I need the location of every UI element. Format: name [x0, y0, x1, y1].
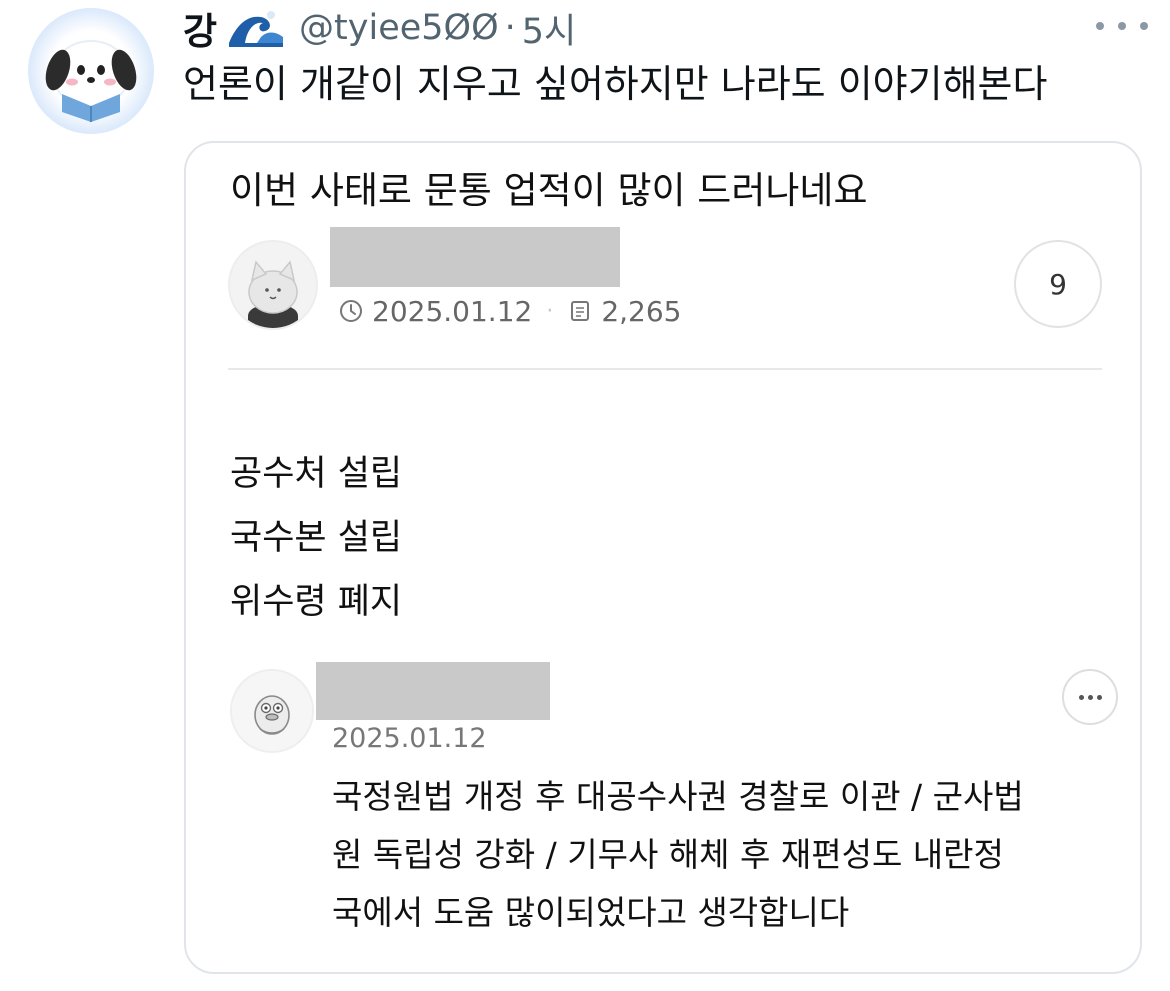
tweet-text: 언론이 개같이 지우고 싶어하지만 나라도 이야기해본다 [183, 62, 1048, 106]
post-date: 2025.01.12 [372, 294, 533, 328]
comment-date: 2025.01.12 [332, 723, 487, 754]
tweet-timestamp[interactable]: 5시 [522, 3, 576, 54]
cat-character-icon [230, 242, 316, 328]
clock-icon [340, 300, 362, 322]
document-icon [571, 301, 590, 321]
post-meta: 2025.01.12 · 2,265 [338, 291, 682, 331]
comment-text: 국정원법 개정 후 대공수사권 경찰로 이관 / 군사법 원 독립성 강화 / … [332, 768, 1024, 942]
attached-post-screenshot[interactable]: 이번 사태로 문통 업적이 많이 드러나네요 2025.01.12 · 2,26… [184, 141, 1142, 974]
view-count: 2,265 [601, 294, 682, 328]
wave-emoji-icon [227, 9, 286, 47]
redacted-commenter-name [316, 662, 550, 720]
comment-options-button[interactable] [1062, 669, 1118, 725]
puppy-character-icon [45, 40, 137, 122]
author-avatar [228, 240, 318, 330]
duck-character-icon [232, 671, 312, 751]
commenter-avatar [230, 669, 314, 753]
body-line: 공수처 설립 [230, 454, 403, 494]
post-body: 공수처 설립 국수본 설립 위수령 폐지 [230, 442, 402, 634]
tweet-header: 강 @tyiee5ØØ · 5시 [183, 6, 576, 53]
comment-line: 국정원법 개정 후 대공수사권 경찰로 이관 / 군사법 [332, 777, 1024, 816]
separator-dot: · [504, 8, 516, 48]
post-title: 이번 사태로 문통 업적이 많이 드러나네요 [230, 169, 868, 212]
comment-line: 원 독립성 강화 / 기무사 해체 후 재편성도 내란정 [332, 835, 1004, 874]
tweet: 강 @tyiee5ØØ · 5시 언론이 개같이 지우고 싶어하지만 나라도 이… [0, 0, 1170, 991]
comment-line: 국에서 도움 많이되었다고 생각합니다 [332, 893, 850, 932]
body-line: 국수본 설립 [230, 518, 403, 558]
profile-avatar[interactable] [28, 8, 154, 134]
user-handle[interactable]: @tyiee5ØØ [299, 8, 499, 48]
meta-separator: · [546, 298, 554, 324]
divider [228, 368, 1102, 370]
more-options-icon[interactable] [1096, 14, 1148, 38]
body-line: 위수령 폐지 [230, 582, 403, 622]
comment-count-badge[interactable]: 9 [1014, 240, 1102, 328]
redacted-author-name [330, 227, 620, 287]
display-name[interactable]: 강 [183, 1, 217, 55]
